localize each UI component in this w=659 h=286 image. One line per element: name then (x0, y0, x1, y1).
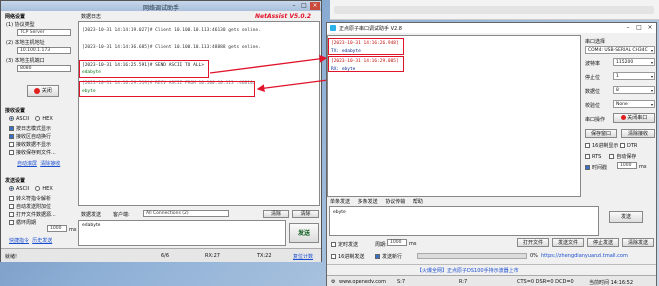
highlight-rx-box (328, 56, 404, 72)
close-port-button[interactable]: 关闭串口 (613, 113, 655, 123)
clear-send-button[interactable]: 清除发送 (622, 238, 654, 247)
ad-link[interactable]: 【火爆全网】正点原子DS100手持示波器上市 (417, 267, 519, 274)
send-progress-bar (417, 253, 527, 259)
status-site[interactable]: www.openedv.com (339, 279, 386, 285)
data-select[interactable]: 8 ▾ (613, 86, 655, 94)
newline-check[interactable]: 发送新行 (375, 253, 402, 260)
clear-recv-button[interactable]: 清除接收 (621, 129, 655, 138)
uart-send-button[interactable]: 发送 (609, 211, 643, 223)
arrow-from-uart (256, 79, 329, 93)
timestamp-field[interactable]: 1000 (617, 162, 637, 169)
port-label: 串口选择 (585, 39, 606, 45)
timed-send-check[interactable]: 定时发送 (331, 241, 358, 248)
baud-select[interactable]: 115200 ▾ (613, 58, 655, 66)
baud-label: 波特率 (585, 61, 601, 67)
stop-send-button[interactable]: 停止发送 (587, 238, 619, 247)
store-link[interactable]: https://zhengdianyuanzi.tmall.com (541, 253, 628, 259)
hex-display-check[interactable]: 16进制显示 DTR (585, 142, 637, 149)
app-icon (330, 25, 336, 31)
status-lines: CTS=0 DSR=0 DCD=0 (517, 279, 574, 285)
data-label: 数据位 (585, 89, 601, 95)
stop-label: 停止位 (585, 75, 601, 81)
uart-title: 正点原子串口调试助手 V2.8 (339, 26, 402, 32)
minimize-icon[interactable]: – (623, 24, 633, 32)
tab-protocol[interactable]: 协议传输 (385, 199, 405, 205)
timestamp-check[interactable]: 时间戳 (585, 164, 607, 171)
parity-label: 校验位 (585, 103, 601, 109)
period-field[interactable]: 1000 (387, 239, 407, 246)
timestamp-unit: ms (639, 164, 647, 170)
close-port-label: 关闭串口 (627, 115, 648, 121)
parity-select[interactable]: None ▾ (613, 100, 655, 108)
port-select[interactable]: COM4: USB-SERIAL CH34C ▾ (585, 46, 655, 54)
maximize-icon[interactable]: □ (634, 24, 644, 32)
uart-titlebar: 正点原子串口调试助手 V2.8 – □ × (327, 23, 656, 33)
tab-help[interactable]: 帮助 (413, 199, 423, 205)
red-dot-icon (620, 115, 626, 120)
period-unit: ms (409, 241, 417, 247)
tab-multi[interactable]: 多条发送 (358, 199, 378, 205)
uart-window: 正点原子串口调试助手 V2.8 – □ × [2023-10-31 14:16:… (326, 22, 657, 286)
arrow-to-uart (209, 54, 328, 74)
status-received: R:7 (459, 279, 468, 285)
save-window-button[interactable]: 保存窗口 (585, 129, 617, 138)
send-file-button[interactable]: 发送文件 (552, 238, 584, 247)
gear-icon[interactable]: ⚙ (331, 279, 335, 285)
period-label: 周期: (375, 242, 387, 248)
close-icon[interactable]: × (645, 24, 655, 32)
hex-send-check[interactable]: 16进制发送 (331, 253, 364, 260)
status-time: 当前时间 14:16:52 (589, 280, 634, 286)
progress-label: 0% (530, 253, 538, 259)
uart-statusbar: ⚙ www.openedv.com S:7 R:7 CTS=0 DSR=0 DC… (327, 275, 656, 286)
tab-single[interactable]: 单条发送 (330, 199, 350, 205)
highlight-tx-box (328, 38, 404, 55)
send-tabs: 单条发送 多条发送 协议传输 帮助 (330, 198, 429, 205)
ad-strip: 【火爆全网】正点原子DS100手持示波器上市 (327, 264, 656, 274)
open-file-button[interactable]: 打开文件 (517, 238, 549, 247)
stop-select[interactable]: 1 ▾ (613, 72, 655, 80)
uart-send-input[interactable]: ebyte (329, 206, 599, 236)
op-label: 串口操作 (585, 117, 606, 123)
status-sent: S:7 (397, 279, 406, 285)
rts-check[interactable]: RTS 自动保存 (585, 153, 636, 160)
